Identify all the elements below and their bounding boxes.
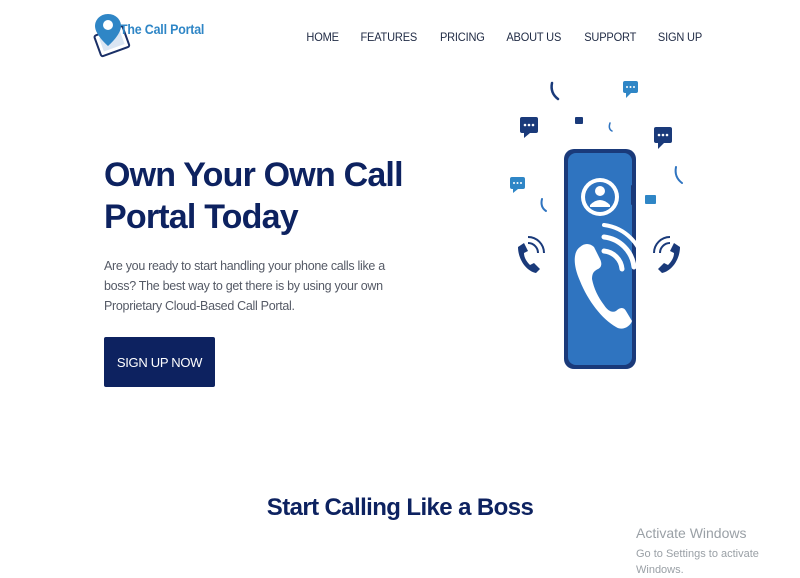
hero-title-line-1: Own Your Own Call [104, 156, 404, 194]
user-icon [581, 178, 619, 216]
nav-features[interactable]: FEATURES [360, 30, 417, 44]
sign-up-now-button[interactable]: SIGN UP NOW [104, 337, 215, 387]
hero-title: Own Your Own Call Portal Today [104, 154, 404, 238]
hero-title-line-2: Portal Today [104, 198, 299, 236]
nav-support[interactable]: SUPPORT [584, 30, 636, 44]
map-pin-icon [93, 14, 131, 58]
watermark-subtitle: Go to Settings to activate Windows. [636, 548, 759, 576]
ringing-phone-icon [653, 236, 680, 273]
nav-pricing[interactable]: PRICING [439, 30, 484, 44]
main-nav: HOME FEATURES PRICING ABOUT US SUPPORT S… [287, 30, 704, 44]
nav-home[interactable]: HOME [306, 30, 339, 44]
nav-about-us[interactable]: ABOUT US [506, 30, 561, 44]
hero-description: Are you ready to start handling your pho… [104, 259, 385, 313]
nav-sign-up[interactable]: SIGN UP [658, 30, 702, 44]
logo[interactable]: The Call Portal [86, 8, 216, 70]
phone-call-illustration [510, 81, 683, 369]
section-title: Start Calling Like a Boss [266, 494, 534, 521]
logo-text: The Call Portal [120, 22, 205, 37]
activate-windows-watermark: Activate Windows Go to Settings to activ… [636, 524, 800, 578]
ringing-phone-icon [518, 236, 545, 273]
watermark-title: Activate Windows [636, 525, 747, 541]
